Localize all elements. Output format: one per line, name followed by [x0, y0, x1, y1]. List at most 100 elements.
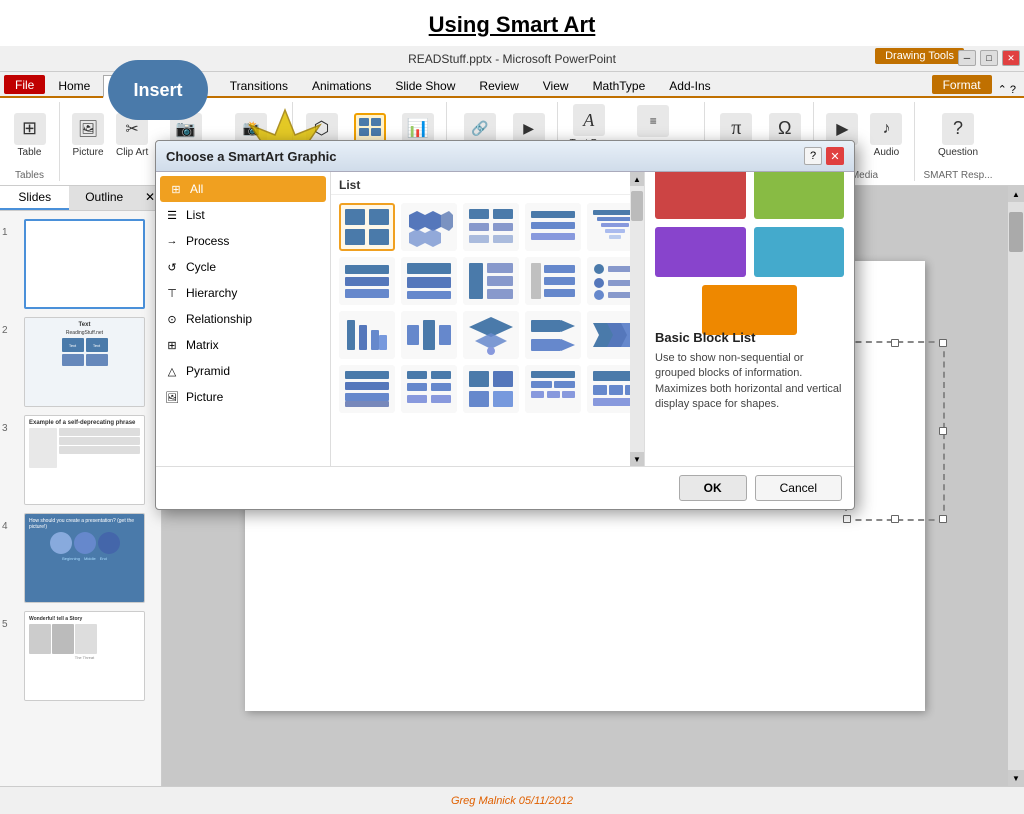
thumb-horizontal-bullet[interactable] [339, 257, 395, 305]
slide-num-2: 2 [2, 325, 8, 336]
thumb-picture-list[interactable] [525, 257, 581, 305]
preview-panel: Basic Block List Use to show non-sequent… [644, 172, 854, 466]
matrix-icon: ⊞ [164, 337, 180, 353]
ribbon-btn-table[interactable]: ⊞ Table [10, 111, 50, 160]
tab-file[interactable]: File [4, 75, 45, 94]
cancel-button[interactable]: Cancel [755, 475, 842, 501]
ribbon-help-icon[interactable]: ⌃ ? [994, 83, 1020, 96]
category-matrix[interactable]: ⊞ Matrix [156, 332, 330, 358]
drawing-tools-label: Drawing Tools [875, 48, 964, 64]
tab-transitions[interactable]: Transitions [219, 75, 299, 96]
slide-thumb-5[interactable]: Wonderful! tell a Story The Threat [24, 611, 145, 701]
tab-slides[interactable]: Slides [0, 186, 69, 210]
thumb-arrows-right[interactable] [525, 311, 581, 359]
slides-panel: Slides Outline ✕ 1 2 Text ReadingStuff.n… [0, 186, 162, 786]
dialog-body: ⊞ All ☰ List → Process ↺ Cycle ⊤ Hiera [156, 172, 854, 466]
hierarchy-icon: ⊤ [164, 285, 180, 301]
page-title: Using Smart Art [429, 12, 596, 37]
group-label: List [331, 172, 630, 195]
thumb-square-blocks[interactable] [401, 311, 457, 359]
scroll-down-arrow[interactable]: ▼ [1008, 770, 1024, 786]
thumb-horizontal-rows[interactable] [339, 365, 395, 413]
pyramid-icon: △ [164, 363, 180, 379]
tab-animations[interactable]: Animations [301, 75, 382, 96]
thumb-vertical-bars[interactable] [339, 311, 395, 359]
slide-num-4: 4 [2, 521, 8, 532]
tab-format[interactable]: Format [932, 75, 992, 94]
right-scrollbar[interactable]: ▲ ▼ [1008, 186, 1024, 786]
preview-description: Use to show non-sequential or grouped bl… [655, 351, 844, 413]
tab-outline[interactable]: Outline [69, 186, 138, 210]
slide-thumb-4[interactable]: How should you create a presentation? (g… [24, 513, 145, 603]
slide-thumb-2[interactable]: Text ReadingStuff.net Text Text [24, 317, 145, 407]
thumb-chevron[interactable] [587, 311, 630, 359]
thumb-multi-row[interactable] [525, 365, 581, 413]
slide-thumb-3[interactable]: Example of a self-deprecating phrase [24, 415, 145, 505]
thumb-funnel[interactable] [463, 311, 519, 359]
process-icon: → [164, 233, 180, 249]
category-process[interactable]: → Process [156, 228, 330, 254]
category-list[interactable]: ☰ List [156, 202, 330, 228]
selection-box [845, 341, 945, 521]
relationship-icon: ⊙ [164, 311, 180, 327]
thumb-two-col[interactable] [463, 203, 519, 251]
grid-scrollbar[interactable]: ▲ ▼ [630, 172, 644, 466]
category-all[interactable]: ⊞ All [160, 176, 326, 202]
thumb-three-blocks[interactable] [401, 257, 457, 305]
scroll-up-arrow[interactable]: ▲ [1008, 186, 1024, 202]
tab-review[interactable]: Review [468, 75, 529, 96]
tab-slideshow[interactable]: Slide Show [384, 75, 466, 96]
category-picture[interactable]: 🖼 Picture [156, 384, 330, 410]
tab-addins[interactable]: Add-Ins [658, 75, 721, 96]
scroll-thumb[interactable] [1009, 212, 1023, 252]
thumb-four-blocks[interactable] [463, 365, 519, 413]
thumb-basic-block-list[interactable] [339, 203, 395, 251]
tab-view[interactable]: View [532, 75, 580, 96]
ribbon-group-smart: ? Question SMART Resp... [915, 102, 1000, 181]
thumb-hex-list[interactable] [401, 203, 457, 251]
grid-scroll-thumb[interactable] [631, 191, 643, 221]
slide-num-1: 1 [2, 227, 8, 238]
dialog-title: Choose a SmartArt Graphic [166, 149, 804, 164]
category-pyramid[interactable]: △ Pyramid [156, 358, 330, 384]
list-icon: ☰ [164, 207, 180, 223]
ribbon-btn-audio[interactable]: ♪ Audio [866, 111, 906, 160]
dialog-close-button[interactable]: ✕ [826, 147, 844, 165]
preview-title: Basic Block List [655, 330, 844, 345]
category-relationship[interactable]: ⊙ Relationship [156, 306, 330, 332]
category-list: ⊞ All ☰ List → Process ↺ Cycle ⊤ Hiera [156, 172, 331, 466]
cycle-icon: ↺ [164, 259, 180, 275]
thumb-mixed-list[interactable] [587, 365, 630, 413]
thumb-area: List [331, 172, 644, 466]
dialog-footer: OK Cancel [156, 466, 854, 509]
grid-scroll-up[interactable]: ▲ [630, 172, 644, 186]
thumb-lines1[interactable] [525, 203, 581, 251]
slide-thumb-1[interactable] [24, 219, 145, 309]
smartart-dialog: Choose a SmartArt Graphic ? ✕ ⊞ All ☰ Li… [155, 140, 855, 510]
status-author: Greg Malnick 05/11/2012 [12, 795, 1012, 807]
picture-icon: 🖼 [164, 389, 180, 405]
thumb-text-accent[interactable] [463, 257, 519, 305]
dialog-title-bar: Choose a SmartArt Graphic ? ✕ [156, 141, 854, 172]
category-cycle[interactable]: ↺ Cycle [156, 254, 330, 280]
ribbon-group-tables: ⊞ Table Tables [0, 102, 60, 181]
thumb-dots-list[interactable] [587, 257, 630, 305]
ribbon-btn-picture[interactable]: 🖼 Picture [68, 111, 108, 160]
dialog-help-button[interactable]: ? [804, 147, 822, 165]
preview-graphic [655, 182, 844, 322]
tab-mathtype[interactable]: MathType [582, 75, 657, 96]
all-icon: ⊞ [168, 181, 184, 197]
status-bar: Greg Malnick 05/11/2012 [0, 786, 1024, 814]
ok-button[interactable]: OK [679, 475, 747, 501]
minimize-button[interactable]: ─ [958, 50, 976, 66]
slide-num-3: 3 [2, 423, 8, 434]
thumbnail-grid [331, 195, 630, 466]
thumb-two-col2[interactable] [401, 365, 457, 413]
close-button[interactable]: ✕ [1002, 50, 1020, 66]
category-hierarchy[interactable]: ⊤ Hierarchy [156, 280, 330, 306]
thumb-stacked-lines[interactable] [587, 203, 630, 251]
tab-home[interactable]: Home [47, 75, 101, 96]
maximize-button[interactable]: □ [980, 50, 998, 66]
grid-scroll-down[interactable]: ▼ [630, 452, 644, 466]
ribbon-btn-question[interactable]: ? Question [934, 111, 982, 160]
